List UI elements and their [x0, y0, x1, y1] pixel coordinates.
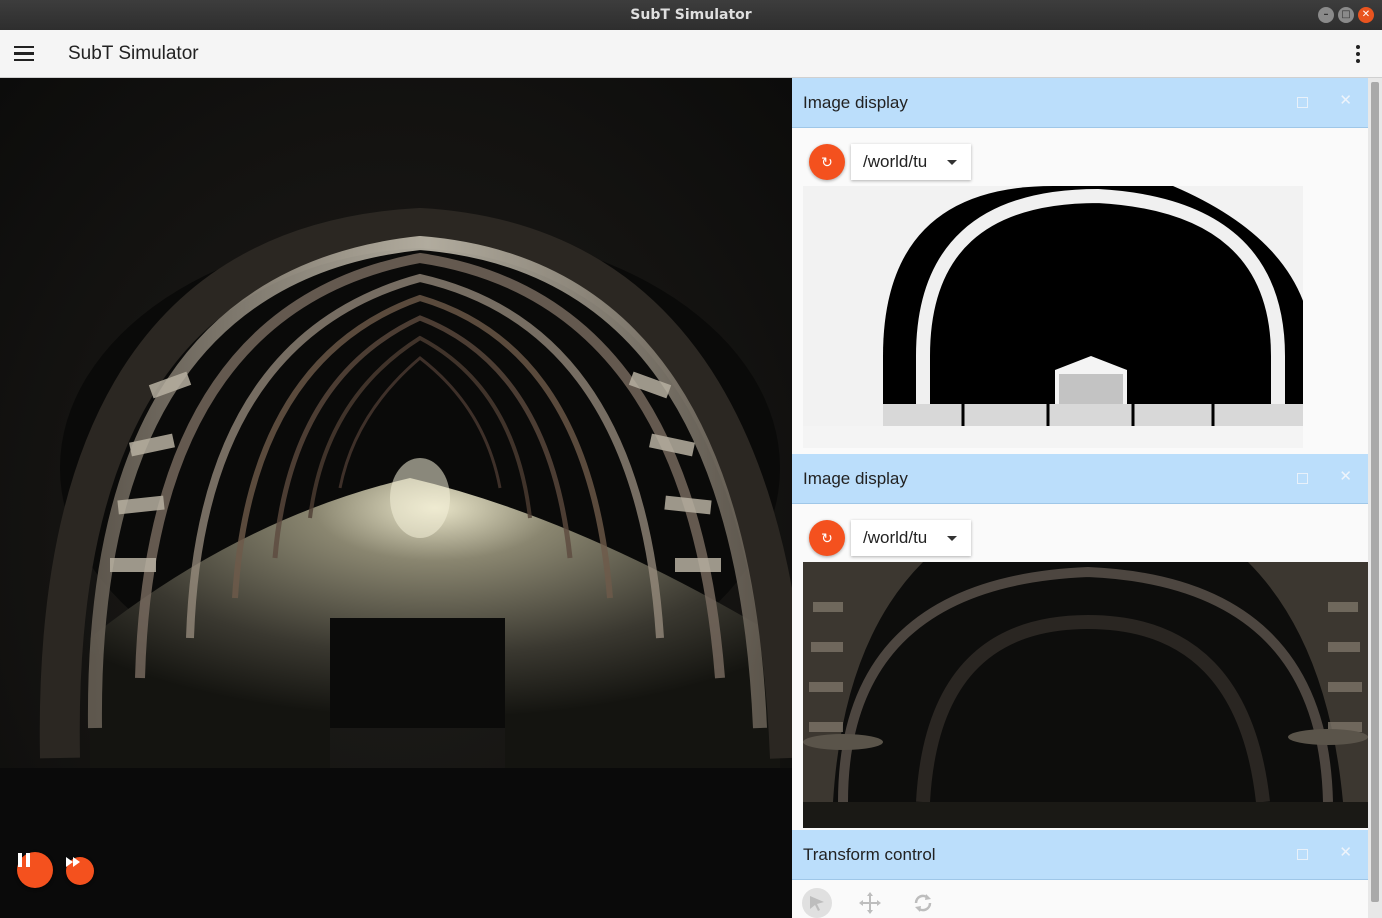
- refresh-icon: ↻: [821, 153, 833, 170]
- pause-icon: [18, 853, 30, 867]
- translate-icon: [859, 892, 881, 914]
- kebab-menu-icon[interactable]: [1348, 44, 1368, 64]
- panel-header-image-display-1[interactable]: Image display ✕: [792, 78, 1368, 128]
- dock-scrollbar[interactable]: [1368, 78, 1382, 918]
- right-dock: Image display ✕ ↻ /world/tu Image displa…: [792, 78, 1382, 918]
- scrollbar-thumb[interactable]: [1371, 82, 1379, 902]
- rotate-tool-button[interactable]: [908, 888, 938, 918]
- maximize-icon[interactable]: □: [1338, 7, 1354, 23]
- refresh-icon: ↻: [821, 529, 833, 546]
- maximize-panel-icon[interactable]: [1297, 849, 1308, 860]
- chevron-down-icon: [947, 536, 957, 541]
- panel-header-transform-control[interactable]: Transform control ✕: [792, 830, 1368, 880]
- rotate-icon: [914, 894, 932, 912]
- panel-header-image-display-2[interactable]: Image display ✕: [792, 454, 1368, 504]
- topic-value: /world/tu: [863, 152, 928, 171]
- camera-image: [803, 562, 1368, 828]
- chevron-down-icon: [947, 160, 957, 165]
- panel-title: Image display: [803, 92, 908, 112]
- camera-image-view: [803, 562, 1368, 828]
- maximize-panel-icon[interactable]: [1297, 97, 1308, 108]
- close-panel-icon[interactable]: ✕: [1339, 843, 1352, 861]
- step-forward-button[interactable]: [66, 857, 94, 885]
- window-controls: – □ ✕: [1318, 7, 1374, 23]
- depth-image: [803, 186, 1303, 448]
- pause-button[interactable]: [17, 852, 53, 888]
- refresh-button[interactable]: ↻: [809, 520, 845, 556]
- panel-title: Transform control: [803, 844, 936, 864]
- window-title: SubT Simulator: [630, 7, 752, 23]
- select-tool-button[interactable]: [802, 888, 832, 918]
- topic-value: /world/tu: [863, 528, 928, 547]
- translate-tool-button[interactable]: [855, 888, 885, 918]
- app-title: SubT Simulator: [68, 42, 199, 64]
- topic-dropdown[interactable]: /world/tu: [851, 144, 971, 180]
- minimize-icon[interactable]: –: [1318, 7, 1334, 23]
- window-titlebar: SubT Simulator – □ ✕: [0, 0, 1382, 30]
- close-panel-icon[interactable]: ✕: [1339, 91, 1352, 109]
- depth-image-view: [803, 186, 1303, 448]
- hamburger-menu-icon[interactable]: [0, 30, 48, 78]
- refresh-button[interactable]: ↻: [809, 144, 845, 180]
- fast-forward-icon: [66, 857, 80, 867]
- close-icon[interactable]: ✕: [1358, 7, 1374, 23]
- scene-3d-view[interactable]: [0, 78, 792, 918]
- tunnel-render: [0, 207, 792, 918]
- app-bar: SubT Simulator: [0, 30, 1382, 78]
- close-panel-icon[interactable]: ✕: [1339, 467, 1352, 485]
- select-icon: [810, 896, 824, 911]
- panel-title: Image display: [803, 468, 908, 488]
- topic-dropdown[interactable]: /world/tu: [851, 520, 971, 556]
- maximize-panel-icon[interactable]: [1297, 473, 1308, 484]
